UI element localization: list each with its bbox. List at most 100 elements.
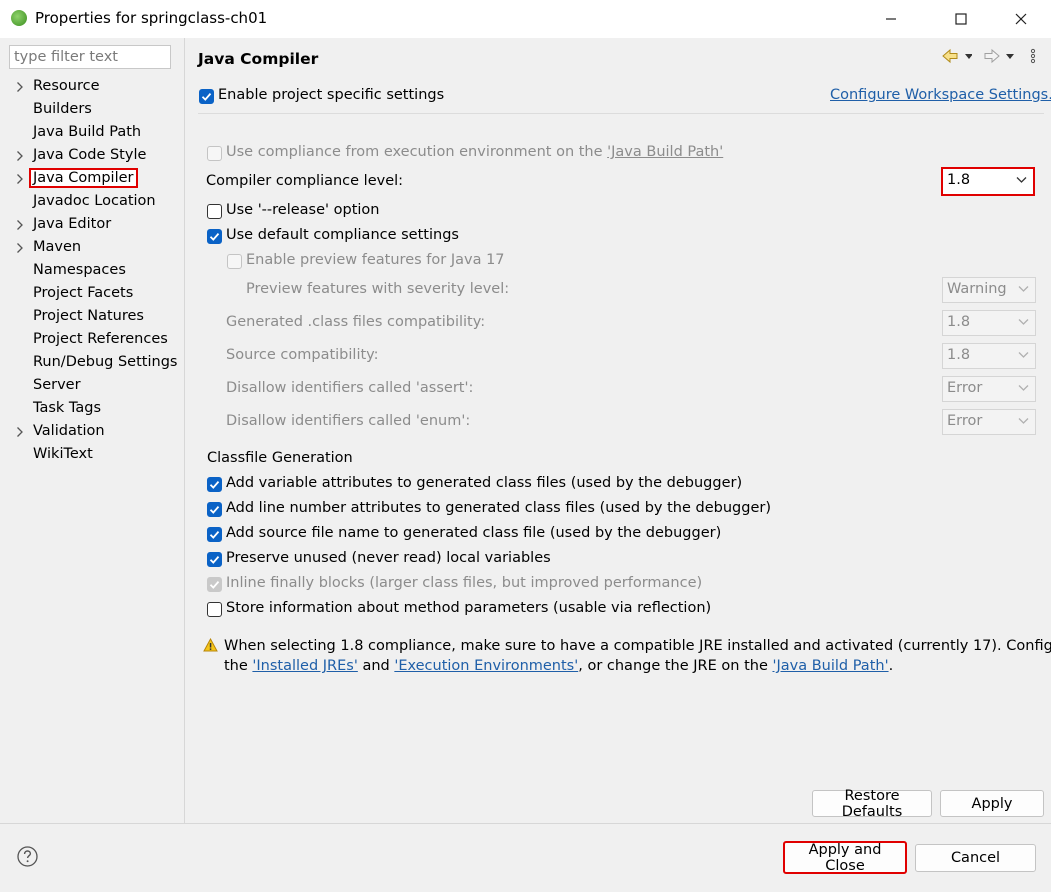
sidebar-item-label: Namespaces (33, 262, 126, 278)
minimize-button[interactable] (868, 0, 914, 38)
restore-defaults-button[interactable]: Restore Defaults (812, 788, 932, 820)
sidebar-item[interactable]: Namespaces (0, 260, 184, 283)
classfile-option-checkbox[interactable] (207, 552, 222, 567)
checkmark-icon (201, 93, 212, 101)
sidebar-item[interactable]: Project References (0, 329, 184, 352)
sidebar-item[interactable]: Java Editor (0, 214, 184, 237)
checkmark-icon (209, 531, 220, 539)
chevron-down-icon (1016, 177, 1027, 183)
enable-project-specific-checkbox[interactable] (199, 89, 214, 104)
close-button[interactable] (998, 0, 1044, 38)
forward-nav-button[interactable] (984, 46, 1014, 66)
sidebar-item-label: Resource (33, 78, 100, 94)
disallow-enum-select[interactable]: Error (942, 409, 1036, 435)
sidebar-item-label: WikiText (33, 446, 93, 462)
java-build-path-link[interactable]: 'Java Build Path' (607, 144, 723, 160)
disallow-enum-value: Error (947, 413, 983, 429)
sidebar-item[interactable]: Java Compiler (0, 168, 184, 191)
sidebar-item-label: Run/Debug Settings (33, 354, 178, 370)
sidebar-item[interactable]: Project Facets (0, 283, 184, 306)
sidebar-item[interactable]: WikiText (0, 444, 184, 467)
checkmark-icon (209, 233, 220, 241)
chevron-right-icon[interactable] (15, 218, 25, 232)
classfile-option-checkbox[interactable] (207, 502, 222, 517)
generated-class-label: Generated .class files compatibility: (226, 314, 486, 330)
chevron-right-icon[interactable] (15, 241, 25, 255)
sidebar-item-label: Java Compiler (29, 168, 138, 188)
sidebar-item-label: Java Build Path (33, 124, 142, 140)
chevron-right-icon[interactable] (15, 80, 25, 94)
preview-severity-value: Warning (947, 281, 1007, 297)
checkmark-icon (209, 481, 220, 489)
filter-input[interactable] (9, 45, 171, 69)
cancel-button[interactable]: Cancel (915, 844, 1036, 872)
enable-preview-checkbox[interactable] (227, 254, 242, 269)
maximize-button[interactable] (938, 0, 984, 38)
view-menu-button[interactable] (1029, 46, 1037, 66)
back-nav-button[interactable] (942, 46, 972, 66)
forward-arrow-icon (984, 48, 1014, 64)
classfile-option-checkbox[interactable] (207, 577, 222, 592)
preview-severity-select[interactable]: Warning (942, 277, 1036, 303)
chevron-down-icon (1018, 319, 1029, 325)
sidebar-item[interactable]: Validation (0, 421, 184, 444)
disallow-assert-select[interactable]: Error (942, 376, 1036, 402)
spring-app-icon (11, 10, 27, 26)
chevron-right-icon[interactable] (15, 149, 25, 163)
use-default-compliance-label: Use default compliance settings (226, 227, 459, 243)
close-icon (1015, 13, 1027, 25)
classfile-option-label: Add line number attributes to generated … (226, 500, 771, 516)
chevron-right-icon[interactable] (15, 172, 25, 186)
compliance-level-label: Compiler compliance level: (206, 173, 404, 189)
sidebar-item[interactable]: Task Tags (0, 398, 184, 421)
sidebar-item[interactable]: Builders (0, 99, 184, 122)
sidebar-item-label: Project References (33, 331, 168, 347)
sidebar-item-label: Validation (33, 423, 105, 439)
use-compliance-env-label: Use compliance from execution environmen… (226, 144, 724, 160)
separator (198, 113, 1044, 114)
sidebar-item-label: Builders (33, 101, 92, 117)
installed-jres-link[interactable]: 'Installed JREs' (252, 658, 357, 674)
compliance-level-select[interactable]: 1.8 (941, 167, 1035, 196)
sidebar-item[interactable]: Run/Debug Settings (0, 352, 184, 375)
configure-workspace-link[interactable]: Configure Workspace Settings... (830, 87, 1051, 103)
classfile-option-checkbox[interactable] (207, 477, 222, 492)
chevron-down-icon (1018, 418, 1029, 424)
classfile-option-label: Add source file name to generated class … (226, 525, 722, 541)
preview-severity-label: Preview features with severity level: (246, 281, 510, 297)
classfile-option-label: Inline finally blocks (larger class file… (226, 575, 703, 591)
generated-class-select[interactable]: 1.8 (942, 310, 1036, 336)
use-compliance-env-checkbox[interactable] (207, 146, 222, 161)
apply-button[interactable]: Apply (940, 790, 1044, 817)
sidebar-item[interactable]: Java Code Style (0, 145, 184, 168)
classfile-option-checkbox[interactable] (207, 602, 222, 617)
sidebar-item[interactable]: Maven (0, 237, 184, 260)
help-icon[interactable] (17, 846, 38, 867)
use-default-compliance-checkbox[interactable] (207, 229, 222, 244)
warning-text-line1: When selecting 1.8 compliance, make sure… (224, 638, 1051, 654)
sidebar-item[interactable]: Server (0, 375, 184, 398)
disallow-enum-label: Disallow identifiers called 'enum': (226, 413, 471, 429)
chevron-down-icon (1018, 286, 1029, 292)
sidebar-item[interactable]: Resource (0, 76, 184, 99)
maximize-icon (955, 13, 967, 25)
use-release-checkbox[interactable] (207, 204, 222, 219)
checkmark-icon (209, 556, 220, 564)
source-compat-select[interactable]: 1.8 (942, 343, 1036, 369)
classfile-option-checkbox[interactable] (207, 527, 222, 542)
sidebar-item[interactable]: Java Build Path (0, 122, 184, 145)
checkmark-icon (209, 506, 220, 514)
java-build-path-link[interactable]: 'Java Build Path' (772, 658, 888, 674)
sidebar-item[interactable]: Javadoc Location (0, 191, 184, 214)
classfile-option-label: Preserve unused (never read) local varia… (226, 550, 551, 566)
execution-environments-link[interactable]: 'Execution Environments' (394, 658, 578, 674)
disallow-assert-value: Error (947, 380, 983, 396)
sidebar-item-label: Maven (33, 239, 82, 255)
source-compat-label: Source compatibility: (226, 347, 379, 363)
sidebar-item[interactable]: Project Natures (0, 306, 184, 329)
chevron-right-icon[interactable] (15, 425, 25, 439)
sidebar-item-label: Java Code Style (33, 147, 147, 163)
apply-and-close-button[interactable]: Apply and Close (783, 841, 907, 874)
enable-project-specific-label: Enable project specific settings (218, 87, 445, 103)
window-title: Properties for springclass-ch01 (35, 9, 268, 27)
